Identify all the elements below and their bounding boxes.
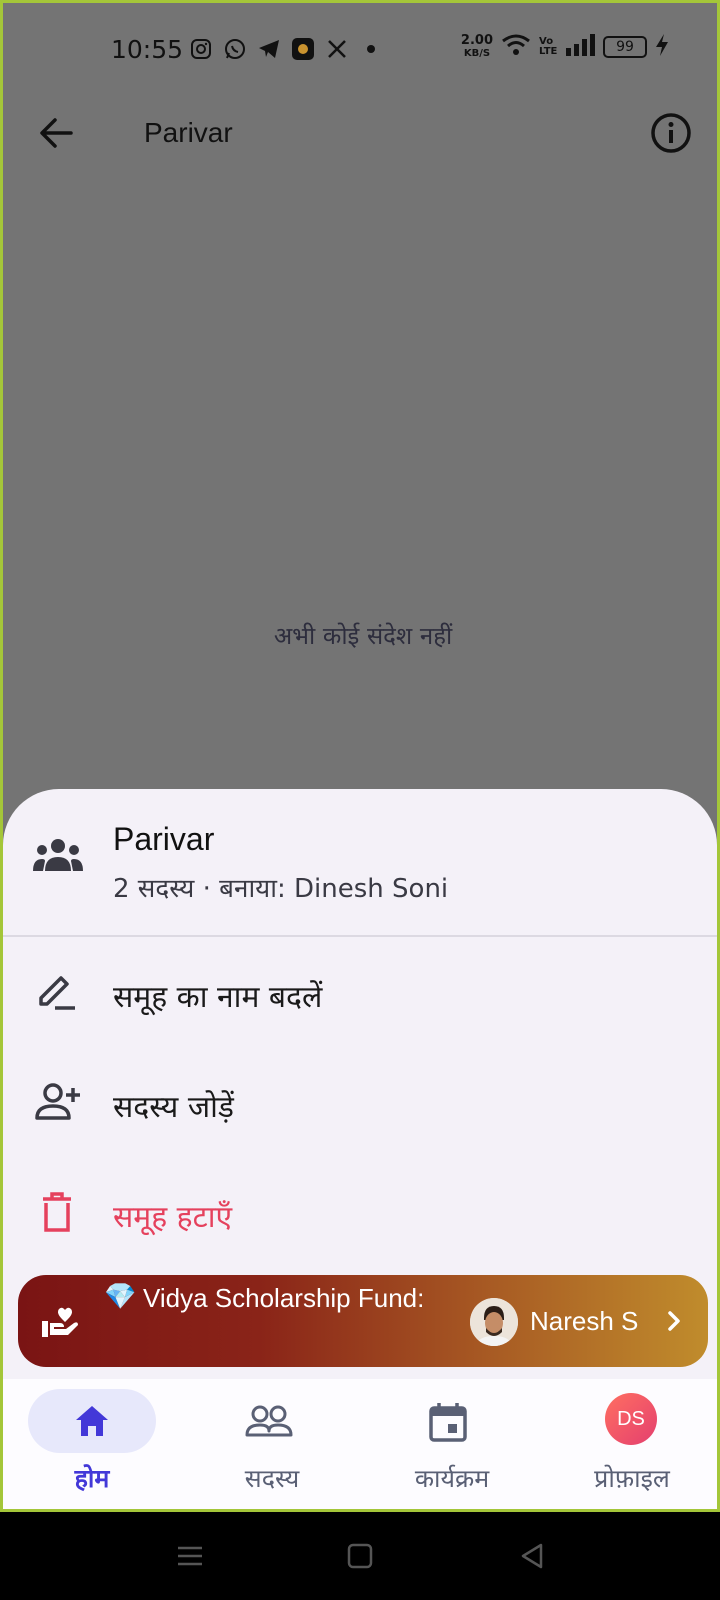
sheet-header: Parivar 2 सदस्य · बनाया: Dinesh Soni: [3, 789, 717, 937]
chevron-right-icon: [660, 1305, 688, 1337]
app-icon: [291, 37, 315, 61]
back-button-icon[interactable]: [516, 1540, 548, 1572]
nav-profile-label: प्रोफ़ाइल: [594, 1464, 670, 1493]
banner-container: 💎 Vidya Scholarship Fund: Naresh S: [3, 1275, 717, 1379]
banner-title: Vidya Scholarship Fund:: [143, 1283, 425, 1313]
charging-icon: [655, 34, 669, 60]
bottom-navigation: होम सदस्य कार्यक्रम DS प्रोफ़ाइल: [3, 1379, 717, 1509]
nav-members-label: सदस्य: [244, 1464, 300, 1493]
page-title: Parivar: [144, 117, 233, 148]
add-member-label: सदस्य जोड़ें: [113, 1090, 234, 1125]
volte-label: Vo LTE: [539, 36, 558, 57]
nav-events[interactable]: कार्यक्रम: [365, 1389, 545, 1501]
wifi-icon: [501, 33, 531, 61]
nav-profile[interactable]: DS प्रोफ़ाइल: [545, 1389, 717, 1501]
home-button-icon[interactable]: [344, 1540, 376, 1572]
group-name: Parivar: [113, 821, 215, 857]
status-time: 10:55: [111, 35, 184, 64]
system-nav-bar: [0, 1512, 720, 1600]
people-icon: [245, 1401, 293, 1441]
telegram-icon: [257, 37, 281, 61]
nav-members[interactable]: सदस्य: [185, 1389, 365, 1501]
delete-group-label: समूह हटाएँ: [113, 1200, 233, 1235]
whatsapp-icon: [223, 37, 247, 61]
calendar-icon: [428, 1401, 468, 1442]
status-bar: 10:55 2.00 KB/S Vo LTE 99: [3, 3, 717, 99]
info-icon[interactable]: [649, 111, 693, 155]
delete-group-option[interactable]: समूह हटाएँ: [3, 1157, 717, 1267]
phone-screen: 10:55 2.00 KB/S Vo LTE 99 Parivar अभी को…: [0, 0, 720, 1512]
rename-group-label: समूह का नाम बदलें: [113, 980, 323, 1015]
gem-emoji: 💎: [104, 1281, 137, 1311]
battery-icon: 99: [603, 36, 647, 58]
nav-home[interactable]: होम: [5, 1389, 185, 1501]
net-speed: 2.00 KB/S: [460, 33, 493, 59]
trash-icon: [35, 1190, 79, 1234]
add-member-option[interactable]: सदस्य जोड़ें: [3, 1047, 717, 1157]
group-options-sheet: Parivar 2 सदस्य · बनाया: Dinesh Soni समू…: [3, 789, 717, 1279]
app-bar: Parivar: [3, 99, 717, 167]
add-person-icon: [35, 1080, 80, 1124]
donor-avatar: [470, 1298, 518, 1346]
dot-icon: [359, 37, 383, 61]
recent-apps-icon[interactable]: [174, 1540, 206, 1572]
notification-icons: [189, 37, 383, 61]
profile-avatar: DS: [605, 1393, 657, 1445]
scholarship-banner[interactable]: 💎 Vidya Scholarship Fund: Naresh S: [18, 1275, 708, 1367]
donor-name: Naresh S: [530, 1306, 639, 1336]
group-meta: 2 सदस्य · बनाया: Dinesh Soni: [113, 874, 449, 904]
nav-home-label: होम: [74, 1464, 110, 1493]
rename-group-option[interactable]: समूह का नाम बदलें: [3, 937, 717, 1047]
instagram-icon: [189, 37, 213, 61]
nav-events-label: कार्यक्रम: [414, 1464, 490, 1493]
x-icon: [325, 37, 349, 61]
edit-icon: [35, 970, 79, 1014]
empty-chat-message: अभी कोई संदेश नहीं: [273, 622, 453, 650]
donate-hand-icon: [40, 1301, 80, 1341]
status-right-icons: 2.00 KB/S Vo LTE 99: [461, 33, 669, 61]
signal-icon: [565, 34, 595, 60]
back-arrow-icon[interactable]: [37, 113, 77, 153]
home-icon: [72, 1401, 112, 1441]
group-icon: [33, 837, 83, 873]
